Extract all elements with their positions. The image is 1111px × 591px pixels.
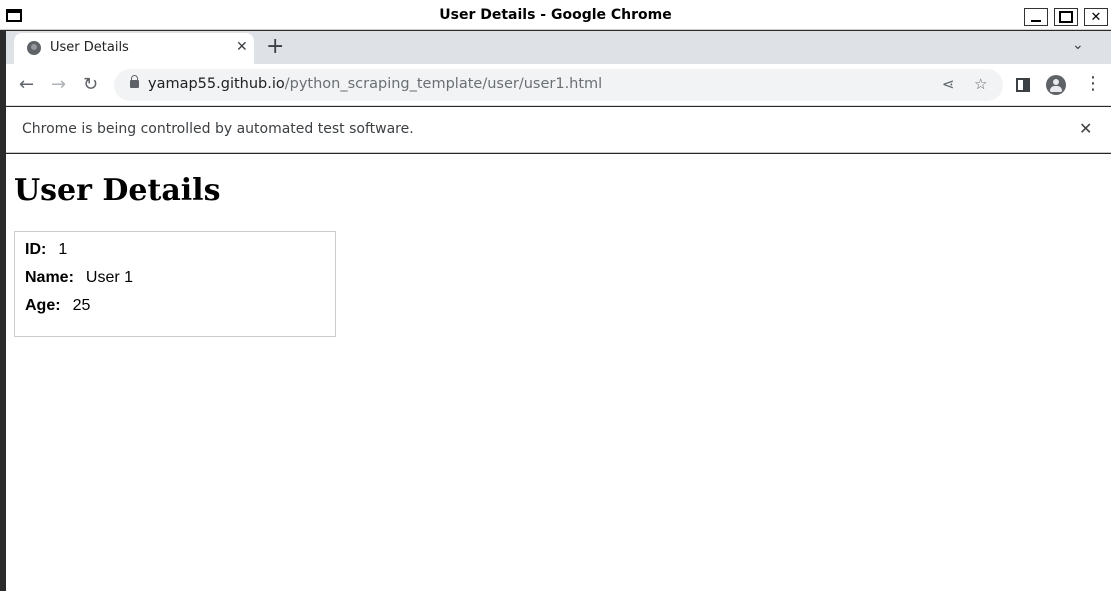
url-host: yamap55.github.io [148, 76, 285, 92]
detail-value: 1 [58, 241, 68, 258]
detail-row-name: Name: User 1 [25, 269, 133, 287]
page-content: User Details ID: 1 Name: User 1 Age: 25 [6, 154, 1111, 591]
address-bar[interactable]: yamap55.github.io/python_scraping_templa… [114, 69, 1003, 101]
detail-value: 25 [72, 297, 91, 314]
close-window-button[interactable]: ✕ [1084, 8, 1108, 26]
tab-strip: User Details ✕ + ⌄ [6, 31, 1111, 64]
page-title: User Details [14, 173, 221, 208]
profile-icon[interactable] [1046, 75, 1066, 95]
detail-row-age: Age: 25 [25, 297, 90, 315]
back-arrow-icon[interactable]: ← [19, 74, 34, 95]
detail-label: Name: [25, 269, 74, 286]
url-path: /python_scraping_template/user/user1.htm… [284, 76, 603, 92]
detail-value: User 1 [85, 269, 134, 286]
url-text[interactable]: yamap55.github.io/python_scraping_templa… [148, 76, 602, 92]
tab-user-details[interactable]: User Details ✕ [14, 33, 254, 64]
maximize-button[interactable] [1054, 8, 1078, 26]
lock-icon[interactable] [130, 75, 139, 88]
detail-label: Age: [25, 297, 61, 314]
kebab-menu-icon[interactable]: ⋮ [1084, 73, 1102, 94]
user-details-card: ID: 1 Name: User 1 Age: 25 [14, 231, 336, 337]
tab-close-icon[interactable]: ✕ [236, 39, 248, 55]
star-icon[interactable]: ☆ [974, 75, 987, 93]
automation-infobar: Chrome is being controlled by automated … [6, 107, 1111, 153]
window-titlebar: User Details - Google Chrome ✕ [0, 0, 1111, 30]
tab-search-chevron-icon[interactable]: ⌄ [1072, 37, 1084, 53]
infobar-close-icon[interactable]: ✕ [1079, 119, 1092, 138]
detail-label: ID: [25, 241, 47, 258]
globe-icon [27, 41, 41, 55]
reload-icon[interactable]: ↻ [83, 74, 98, 95]
new-tab-plus-icon[interactable]: + [266, 34, 284, 59]
window-title: User Details - Google Chrome [439, 7, 672, 23]
side-panel-icon[interactable] [1016, 78, 1030, 92]
minimize-button[interactable] [1024, 8, 1048, 26]
tab-title: User Details [50, 40, 129, 55]
forward-arrow-icon[interactable]: → [51, 74, 66, 95]
infobar-message: Chrome is being controlled by automated … [22, 121, 414, 137]
share-icon[interactable]: ⋖ [942, 75, 955, 93]
browser-toolbar: ← → ↻ yamap55.github.io/python_scraping_… [6, 64, 1111, 106]
detail-row-id: ID: 1 [25, 241, 67, 259]
